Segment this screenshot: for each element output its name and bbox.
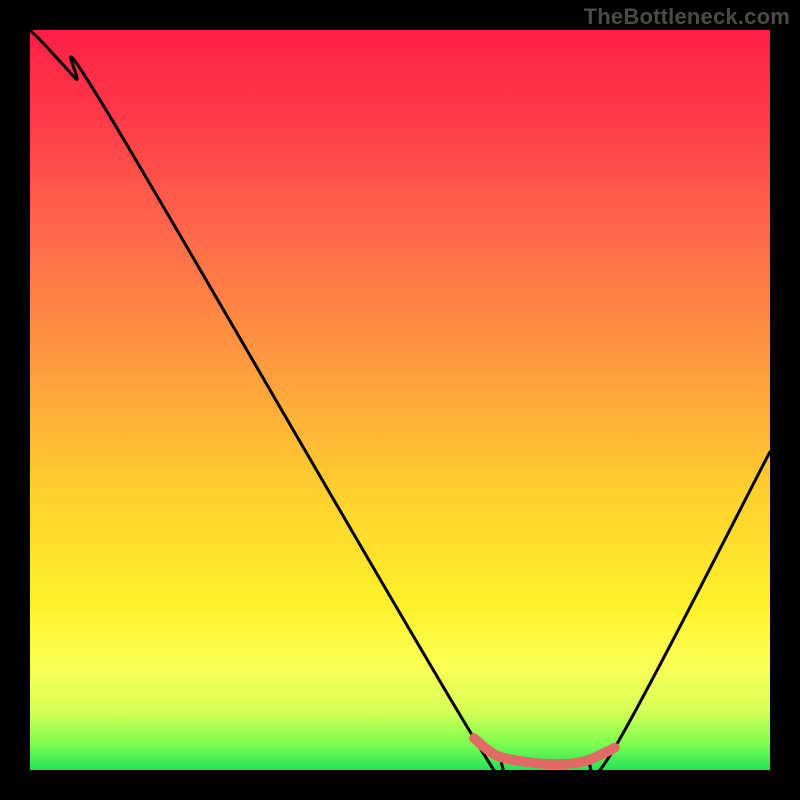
- plot-svg: [30, 30, 770, 770]
- watermark-text: TheBottleneck.com: [584, 4, 790, 30]
- plot-area: [30, 30, 770, 770]
- chart-frame: TheBottleneck.com: [0, 0, 800, 800]
- gradient-background: [30, 30, 770, 770]
